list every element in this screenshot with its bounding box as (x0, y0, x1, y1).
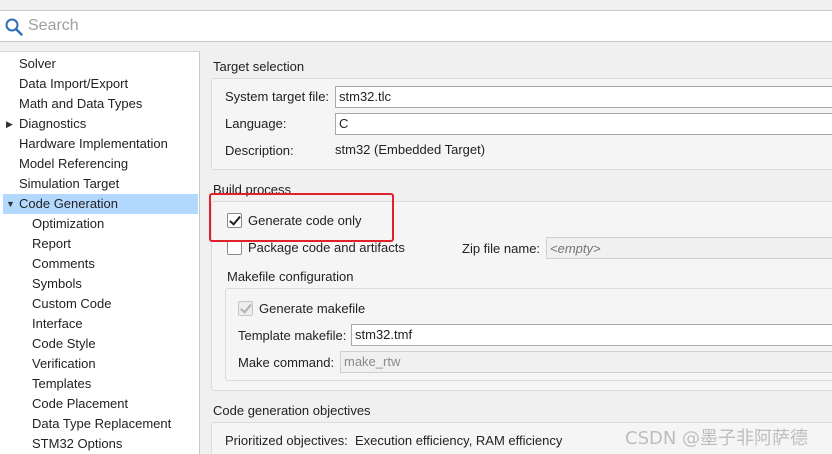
target-selection-title: Target selection (213, 59, 305, 74)
tree-item-label: Templates (32, 376, 92, 391)
tree-item-stm32-options[interactable]: STM32 Options (3, 434, 198, 454)
description-label: Description: (225, 143, 294, 158)
search-bar (0, 10, 832, 42)
tree-item-math-and-data-types[interactable]: Math and Data Types (3, 94, 198, 114)
tree-item-label: Solver (19, 56, 56, 71)
tree-item-interface[interactable]: Interface (3, 314, 198, 334)
template-makefile-label: Template makefile: (238, 328, 347, 343)
tree-item-label: Data Import/Export (19, 76, 129, 91)
prioritized-objectives-label: Prioritized objectives: (225, 433, 348, 448)
zip-file-name-field[interactable] (546, 237, 832, 259)
tree-item-label: Comments (32, 256, 95, 271)
expand-arrow-icon[interactable]: ▶ (6, 114, 13, 134)
category-tree: Solver Data Import/Export Math and Data … (0, 51, 200, 454)
package-code-checkbox[interactable] (227, 240, 242, 255)
tree-item-data-type-replacement[interactable]: Data Type Replacement (3, 414, 198, 434)
tree-item-label: Code Placement (32, 396, 129, 411)
tree-item-label: Interface (32, 316, 83, 331)
tree-item-code-style[interactable]: Code Style (3, 334, 198, 354)
tree-item-diagnostics[interactable]: ▶ Diagnostics (3, 114, 198, 134)
settings-pane: Target selection System target file: stm… (201, 51, 832, 454)
search-icon (5, 18, 23, 36)
collapse-arrow-icon[interactable]: ▼ (6, 194, 15, 214)
tree-item-label: Code Generation (19, 196, 119, 211)
make-command-field[interactable]: make_rtw (340, 351, 832, 373)
tree-item-label: STM32 Options (32, 436, 123, 451)
tree-item-label: Simulation Target (19, 176, 120, 191)
tree-item-optimization[interactable]: Optimization (3, 214, 198, 234)
search-input[interactable] (28, 15, 818, 37)
tree-item-code-generation[interactable]: ▼ Code Generation (3, 194, 198, 214)
objectives-title: Code generation objectives (213, 403, 371, 418)
prioritized-objectives-value: Execution efficiency, RAM efficiency (355, 433, 563, 448)
watermark-text: CSDN @墨子非阿萨德 (625, 428, 809, 449)
template-makefile-field[interactable]: stm32.tmf (351, 324, 832, 346)
tree-item-data-import-export[interactable]: Data Import/Export (3, 74, 198, 94)
make-command-label: Make command: (238, 355, 335, 370)
package-code-label: Package code and artifacts (248, 240, 405, 255)
tree-item-report[interactable]: Report (3, 234, 198, 254)
tree-item-label: Report (32, 236, 72, 251)
tree-item-label: Hardware Implementation (19, 136, 168, 151)
description-value: stm32 (Embedded Target) (335, 142, 486, 157)
tree-item-label: Optimization (32, 216, 105, 231)
tree-item-simulation-target[interactable]: Simulation Target (3, 174, 198, 194)
tree-item-code-placement[interactable]: Code Placement (3, 394, 198, 414)
tree-item-custom-code[interactable]: Custom Code (3, 294, 198, 314)
tree-item-hardware-implementation[interactable]: Hardware Implementation (3, 134, 198, 154)
generate-makefile-label: Generate makefile (259, 301, 366, 316)
tree-item-label: Diagnostics (19, 116, 87, 131)
makefile-config-group: Generate makefile Template makefile: stm… (225, 288, 832, 381)
language-label: Language: (225, 116, 287, 131)
makefile-config-title: Makefile configuration (227, 269, 354, 284)
tree-item-symbols[interactable]: Symbols (3, 274, 198, 294)
tree-item-comments[interactable]: Comments (3, 254, 198, 274)
tree-item-label: Data Type Replacement (32, 416, 172, 431)
system-target-file-field[interactable]: stm32.tlc (335, 86, 832, 108)
target-selection-group: System target file: stm32.tlc Language: … (211, 78, 832, 170)
tree-item-verification[interactable]: Verification (3, 354, 198, 374)
zip-file-name-label: Zip file name: (462, 241, 541, 256)
tree-item-label: Code Style (32, 336, 96, 351)
system-target-file-label: System target file: (225, 89, 330, 104)
generate-makefile-checkbox[interactable] (238, 301, 253, 316)
tree-item-solver[interactable]: Solver (3, 54, 198, 74)
tree-item-model-referencing[interactable]: Model Referencing (3, 154, 198, 174)
tree-item-label: Custom Code (32, 296, 112, 311)
tree-item-label: Model Referencing (19, 156, 129, 171)
tree-item-label: Verification (32, 356, 96, 371)
language-select[interactable]: C (335, 113, 832, 135)
tree-item-label: Symbols (32, 276, 82, 291)
tree-item-label: Math and Data Types (19, 96, 143, 111)
tree-item-templates[interactable]: Templates (3, 374, 198, 394)
annotation-highlight-box (209, 193, 394, 242)
